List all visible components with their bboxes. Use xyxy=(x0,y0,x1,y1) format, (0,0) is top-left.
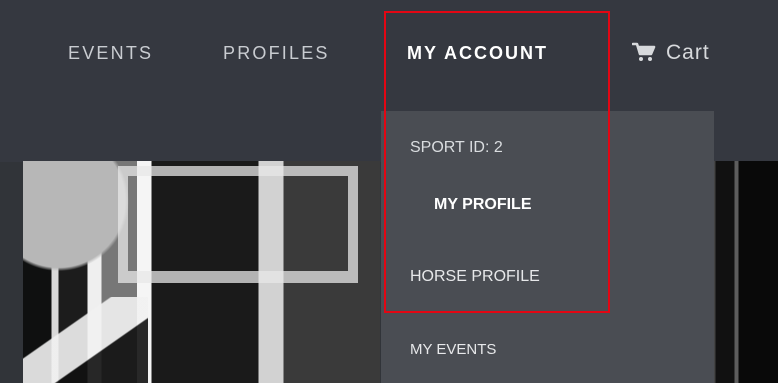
horse-profile-menu-item[interactable]: HORSE PROFILE xyxy=(410,267,540,287)
sport-id-label: SPORT ID: 2 xyxy=(410,139,503,156)
background-photo-right xyxy=(712,161,778,383)
my-account-dropdown: SPORT ID: 2 MY PROFILE HORSE PROFILE MY … xyxy=(381,111,714,383)
account-menu-screen: EVENTS PROFILES MY ACCOUNT Cart SPORT ID… xyxy=(0,0,778,383)
nav-profiles[interactable]: PROFILES xyxy=(223,36,330,70)
cart-link[interactable]: Cart xyxy=(632,36,710,70)
background-photo-left xyxy=(23,161,380,383)
shopping-cart-icon xyxy=(632,42,656,61)
nav-my-account[interactable]: MY ACCOUNT xyxy=(407,36,548,70)
primary-navigation: EVENTS PROFILES MY ACCOUNT Cart xyxy=(0,36,778,70)
cart-label: Cart xyxy=(666,41,710,64)
my-events-menu-item[interactable]: MY EVENTS xyxy=(410,340,496,360)
my-profile-menu-item[interactable]: MY PROFILE xyxy=(434,195,532,215)
nav-events[interactable]: EVENTS xyxy=(68,36,153,70)
